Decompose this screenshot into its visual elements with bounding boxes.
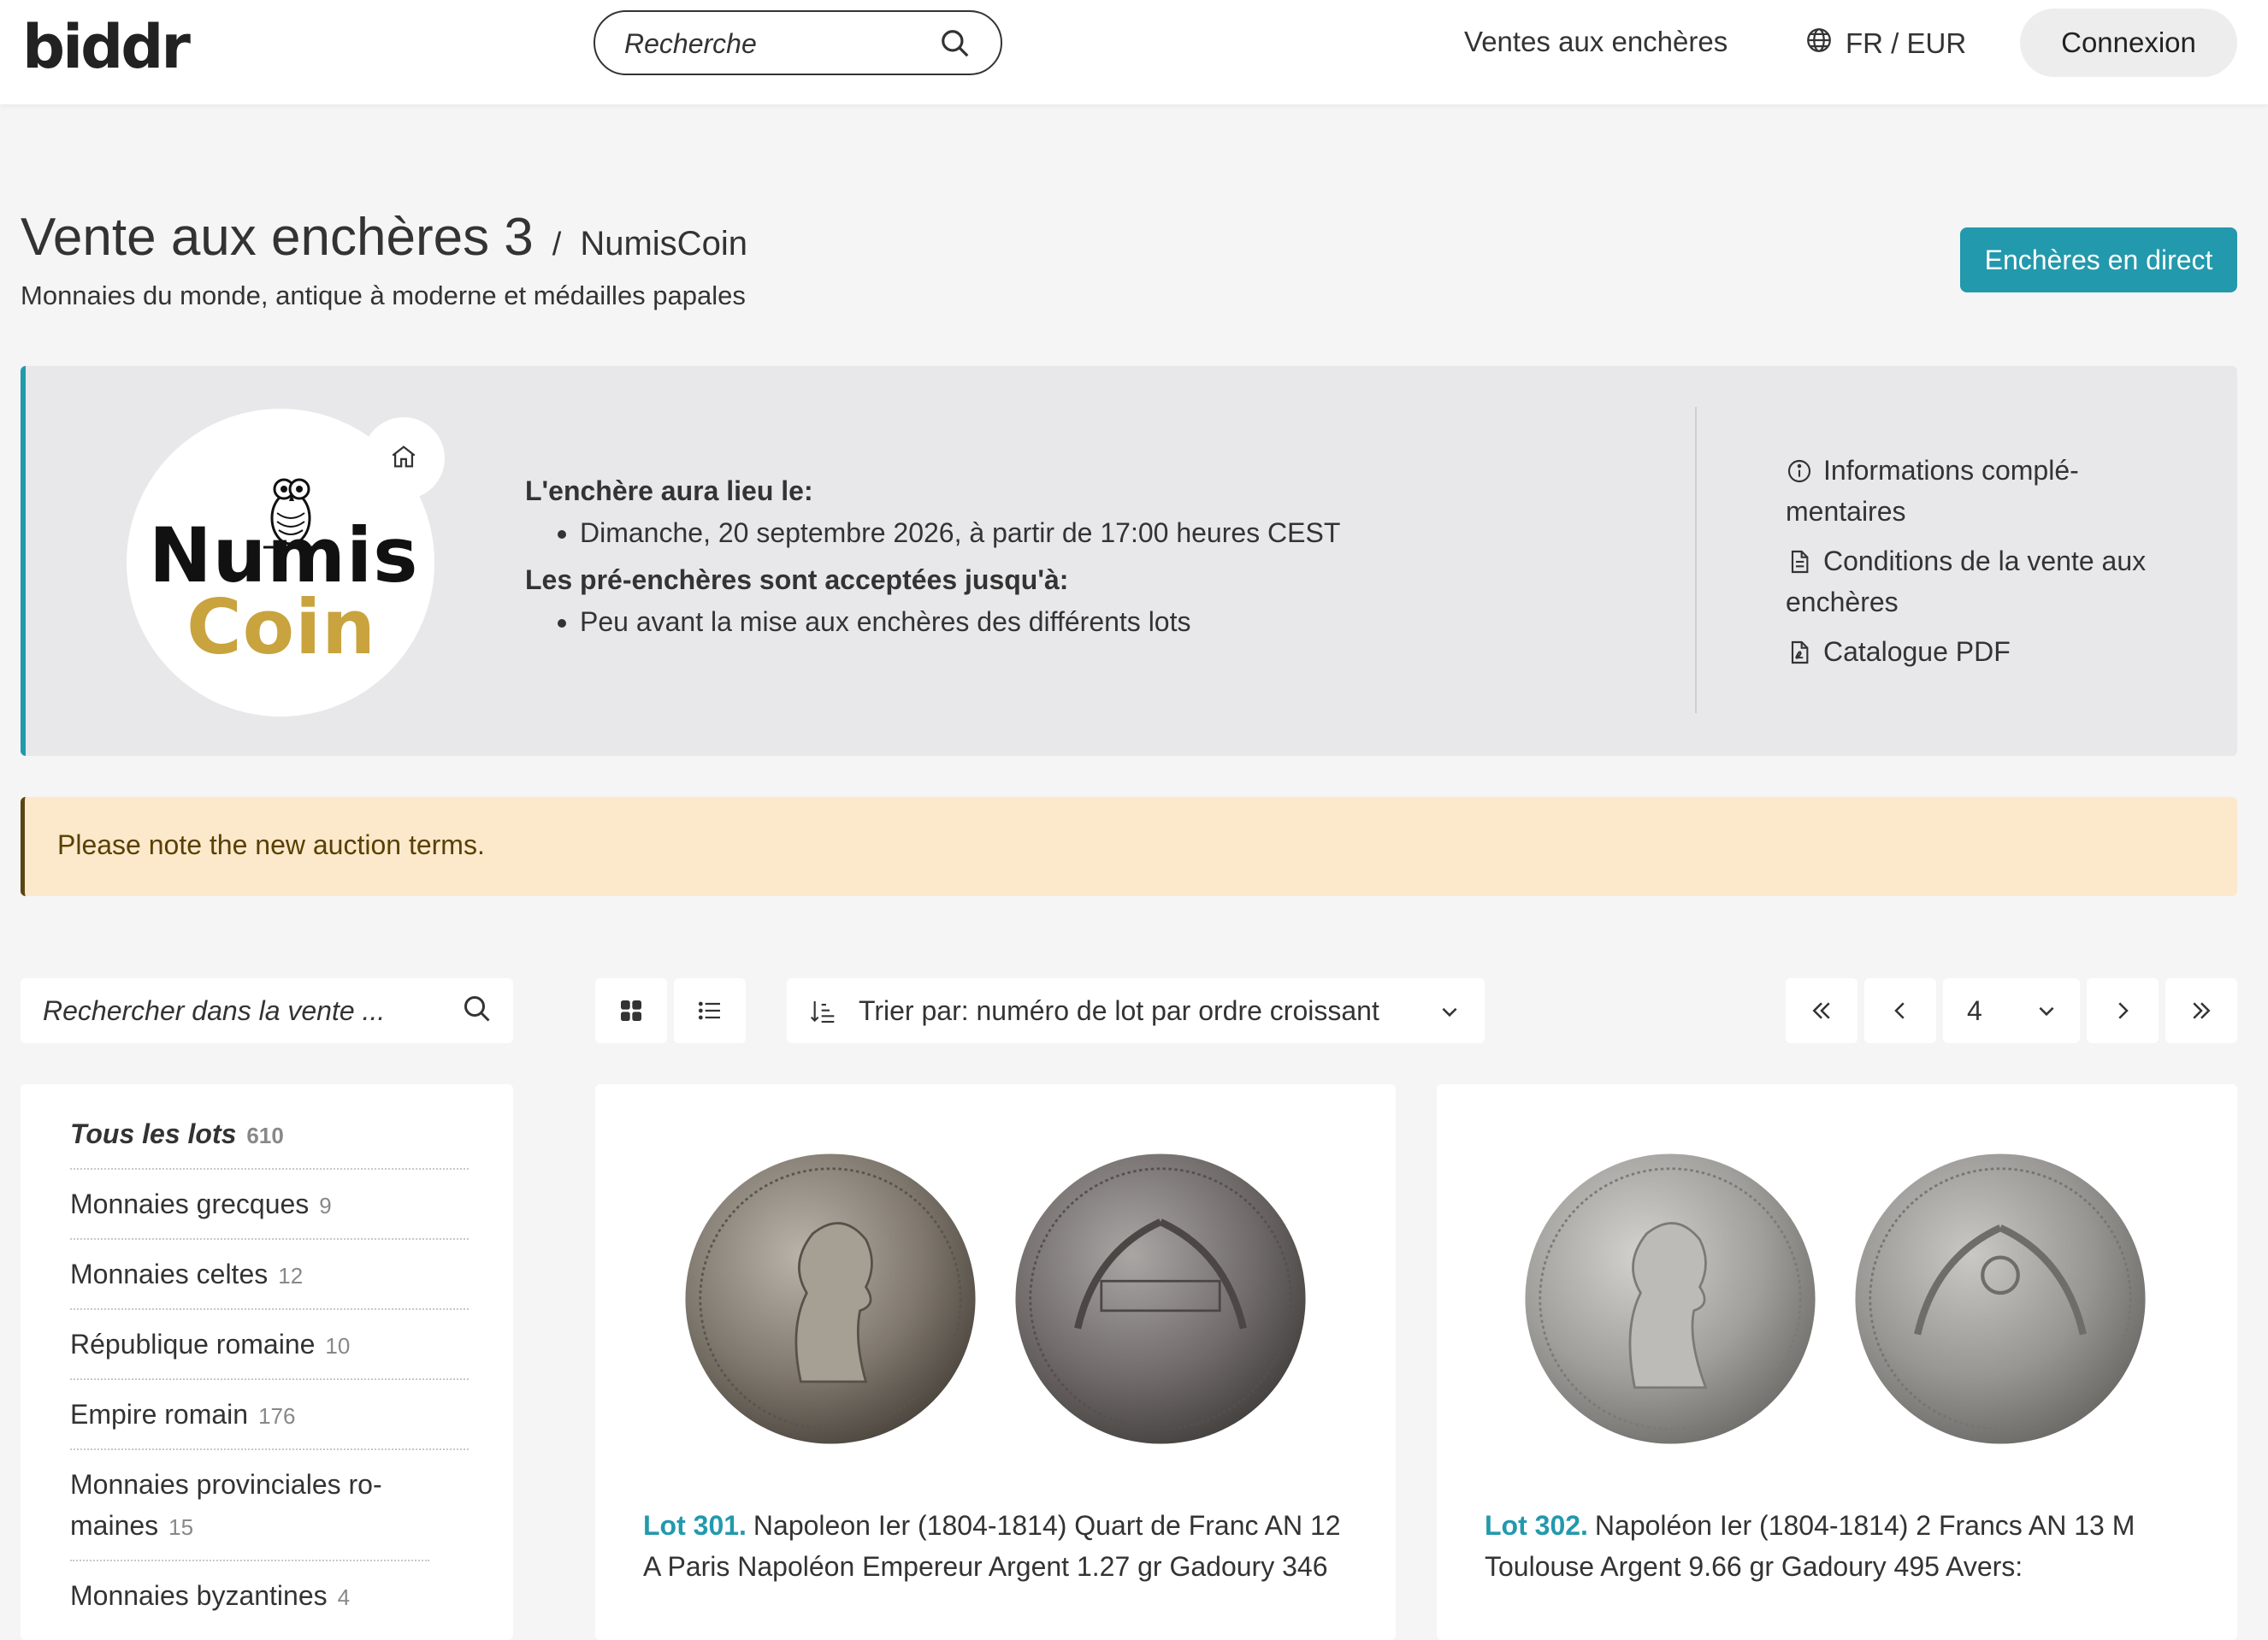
category-count: 12: [278, 1263, 304, 1289]
grid-view-button[interactable]: [595, 978, 667, 1043]
lot-number-link[interactable]: Lot 301.: [643, 1510, 747, 1541]
document-icon: [1791, 550, 1809, 574]
live-bidding-button[interactable]: Enchères en direct: [1960, 227, 2237, 292]
last-page-button[interactable]: [2165, 978, 2237, 1043]
lot-description[interactable]: Lot 301. Napoleon Ier (1804-1814) Quart d…: [643, 1505, 1361, 1587]
double-chevron-right-icon: [2193, 1002, 2211, 1019]
seller-home-button[interactable]: [363, 417, 445, 499]
terms-notice-text: Please note the new auction terms.: [57, 829, 485, 860]
auction-info-links: Informations complé-mentaires Conditions…: [1786, 450, 2162, 681]
list-view-button[interactable]: [674, 978, 746, 1043]
category-name: Empire romain: [70, 1399, 249, 1430]
coin-reverse-image[interactable]: [1013, 1149, 1308, 1448]
category-count: 15: [168, 1514, 194, 1540]
coin-obverse-image[interactable]: [1522, 1149, 1818, 1448]
category-name: Monnaies grecques: [70, 1189, 310, 1219]
category-name: République romaine: [70, 1329, 316, 1360]
prebid-label: Les pré-enchères sont acceptées jusqu'à:: [525, 564, 1069, 595]
chevron-down-icon: [1438, 1000, 1461, 1027]
prebid-value: Peu avant la mise aux enchères des diffé…: [580, 606, 1340, 638]
search-icon[interactable]: [939, 27, 972, 64]
category-count: 4: [337, 1584, 351, 1610]
auction-terms-label: Conditions de la vente aux enchères: [1786, 546, 2147, 617]
date-label: L'enchère aura lieu le:: [525, 475, 813, 506]
category-item[interactable]: Tous les lots 610: [70, 1113, 469, 1170]
category-count: 610: [246, 1123, 284, 1148]
category-count: 10: [325, 1333, 351, 1359]
globe-icon: [1804, 26, 1834, 62]
page-select[interactable]: 4: [1943, 978, 2080, 1043]
chevron-down-icon: [2039, 1006, 2054, 1017]
pdf-icon: [1791, 640, 1809, 664]
date-value: Dimanche, 20 septembre 2026, à partir de…: [580, 517, 1340, 549]
grid-icon: [621, 1000, 641, 1021]
category-item[interactable]: Empire romain 176: [70, 1394, 469, 1450]
auction-title-row: Vente aux enchères 3 / NumisCoin: [21, 207, 747, 268]
category-name: Monnaies celtes: [70, 1259, 269, 1289]
coin-obverse-image[interactable]: [682, 1149, 978, 1448]
auction-terms-link[interactable]: Conditions de la vente aux enchères: [1786, 540, 2162, 622]
lot-card[interactable]: Lot 302. Napoléon Ier (1804-1814) 2 Franc…: [1437, 1084, 2237, 1640]
home-icon: [389, 442, 418, 475]
category-item[interactable]: Monnaies grecques 9: [70, 1183, 469, 1240]
lot-number-link[interactable]: Lot 302.: [1485, 1510, 1588, 1541]
category-count: 176: [258, 1403, 296, 1429]
category-item[interactable]: République romaine 10: [70, 1324, 469, 1380]
category-item[interactable]: Monnaies provinciales ro-maines 15: [70, 1464, 429, 1561]
auction-schedule: L'enchère aura lieu le: Dimanche, 20 sep…: [525, 475, 1340, 653]
more-info-link[interactable]: Informations complé-mentaires: [1786, 450, 2162, 532]
language-currency-selector[interactable]: FR / EUR: [1804, 26, 1966, 62]
category-name: Monnaies provinciales ro-maines: [70, 1469, 382, 1541]
category-count: 9: [319, 1193, 332, 1218]
coin-reverse-image[interactable]: [1852, 1149, 2148, 1448]
list-icon: [698, 1001, 720, 1020]
global-search[interactable]: [594, 10, 1002, 75]
top-header: biddr Ventes aux enchères FR / EUR Conne…: [0, 0, 2268, 104]
double-chevron-left-icon: [1812, 1002, 1830, 1019]
sort-label: Trier par: numéro de lot par ordre crois…: [859, 995, 1379, 1026]
catalogue-pdf-label: Catalogue PDF: [1823, 636, 2011, 667]
auction-info-panel: Numis Coin L'enchère aura lieu le: Diman…: [21, 366, 2237, 756]
search-icon[interactable]: [462, 994, 493, 1029]
more-info-label: Informations complé-mentaires: [1786, 455, 2079, 527]
category-name: Tous les lots: [70, 1118, 237, 1149]
nav-auctions-link[interactable]: Ventes aux enchères: [1464, 26, 1728, 58]
current-page: 4: [1967, 994, 1982, 1026]
category-item[interactable]: Monnaies celtes 12: [70, 1254, 469, 1310]
panel-divider: [1695, 407, 1697, 713]
terms-notice: Please note the new auction terms.: [21, 797, 2237, 896]
category-sidebar: Tous les lots 610 Monnaies grecques 9 Monn…: [21, 1084, 513, 1640]
first-page-button[interactable]: [1786, 978, 1858, 1043]
sort-icon: [809, 999, 836, 1029]
catalogue-pdf-link[interactable]: Catalogue PDF: [1786, 631, 2162, 672]
chevron-left-icon: [1894, 1002, 1905, 1019]
chevron-right-icon: [2118, 1002, 2129, 1019]
sort-select[interactable]: Trier par: numéro de lot par ordre crois…: [787, 978, 1485, 1043]
title-separator: /: [552, 227, 562, 263]
language-currency-label: FR / EUR: [1846, 27, 1967, 59]
seller-logo-line2: Coin: [186, 583, 376, 671]
auction-subtitle: Monnaies du monde, antique à moderne et …: [21, 280, 746, 310]
lot-description[interactable]: Lot 302. Napoléon Ier (1804-1814) 2 Franc…: [1485, 1505, 2203, 1587]
lot-card[interactable]: Lot 301. Napoleon Ier (1804-1814) Quart d…: [595, 1084, 1396, 1640]
global-search-input[interactable]: [624, 24, 932, 63]
lot-title: Napoleon Ier (1804-1814) Quart de Franc …: [643, 1510, 1341, 1582]
sale-search[interactable]: [21, 978, 513, 1043]
page-title: Vente aux enchères 3: [21, 208, 534, 267]
category-name: Monnaies byzantines: [70, 1580, 328, 1611]
biddr-logo[interactable]: biddr: [22, 12, 191, 82]
info-icon: [1787, 459, 1811, 483]
next-page-button[interactable]: [2087, 978, 2159, 1043]
sale-search-input[interactable]: [43, 991, 436, 1030]
login-button[interactable]: Connexion: [2020, 9, 2237, 77]
category-item[interactable]: Monnaies byzantines 4: [70, 1575, 469, 1618]
previous-page-button[interactable]: [1864, 978, 1936, 1043]
seller-name-link[interactable]: NumisCoin: [580, 225, 747, 263]
